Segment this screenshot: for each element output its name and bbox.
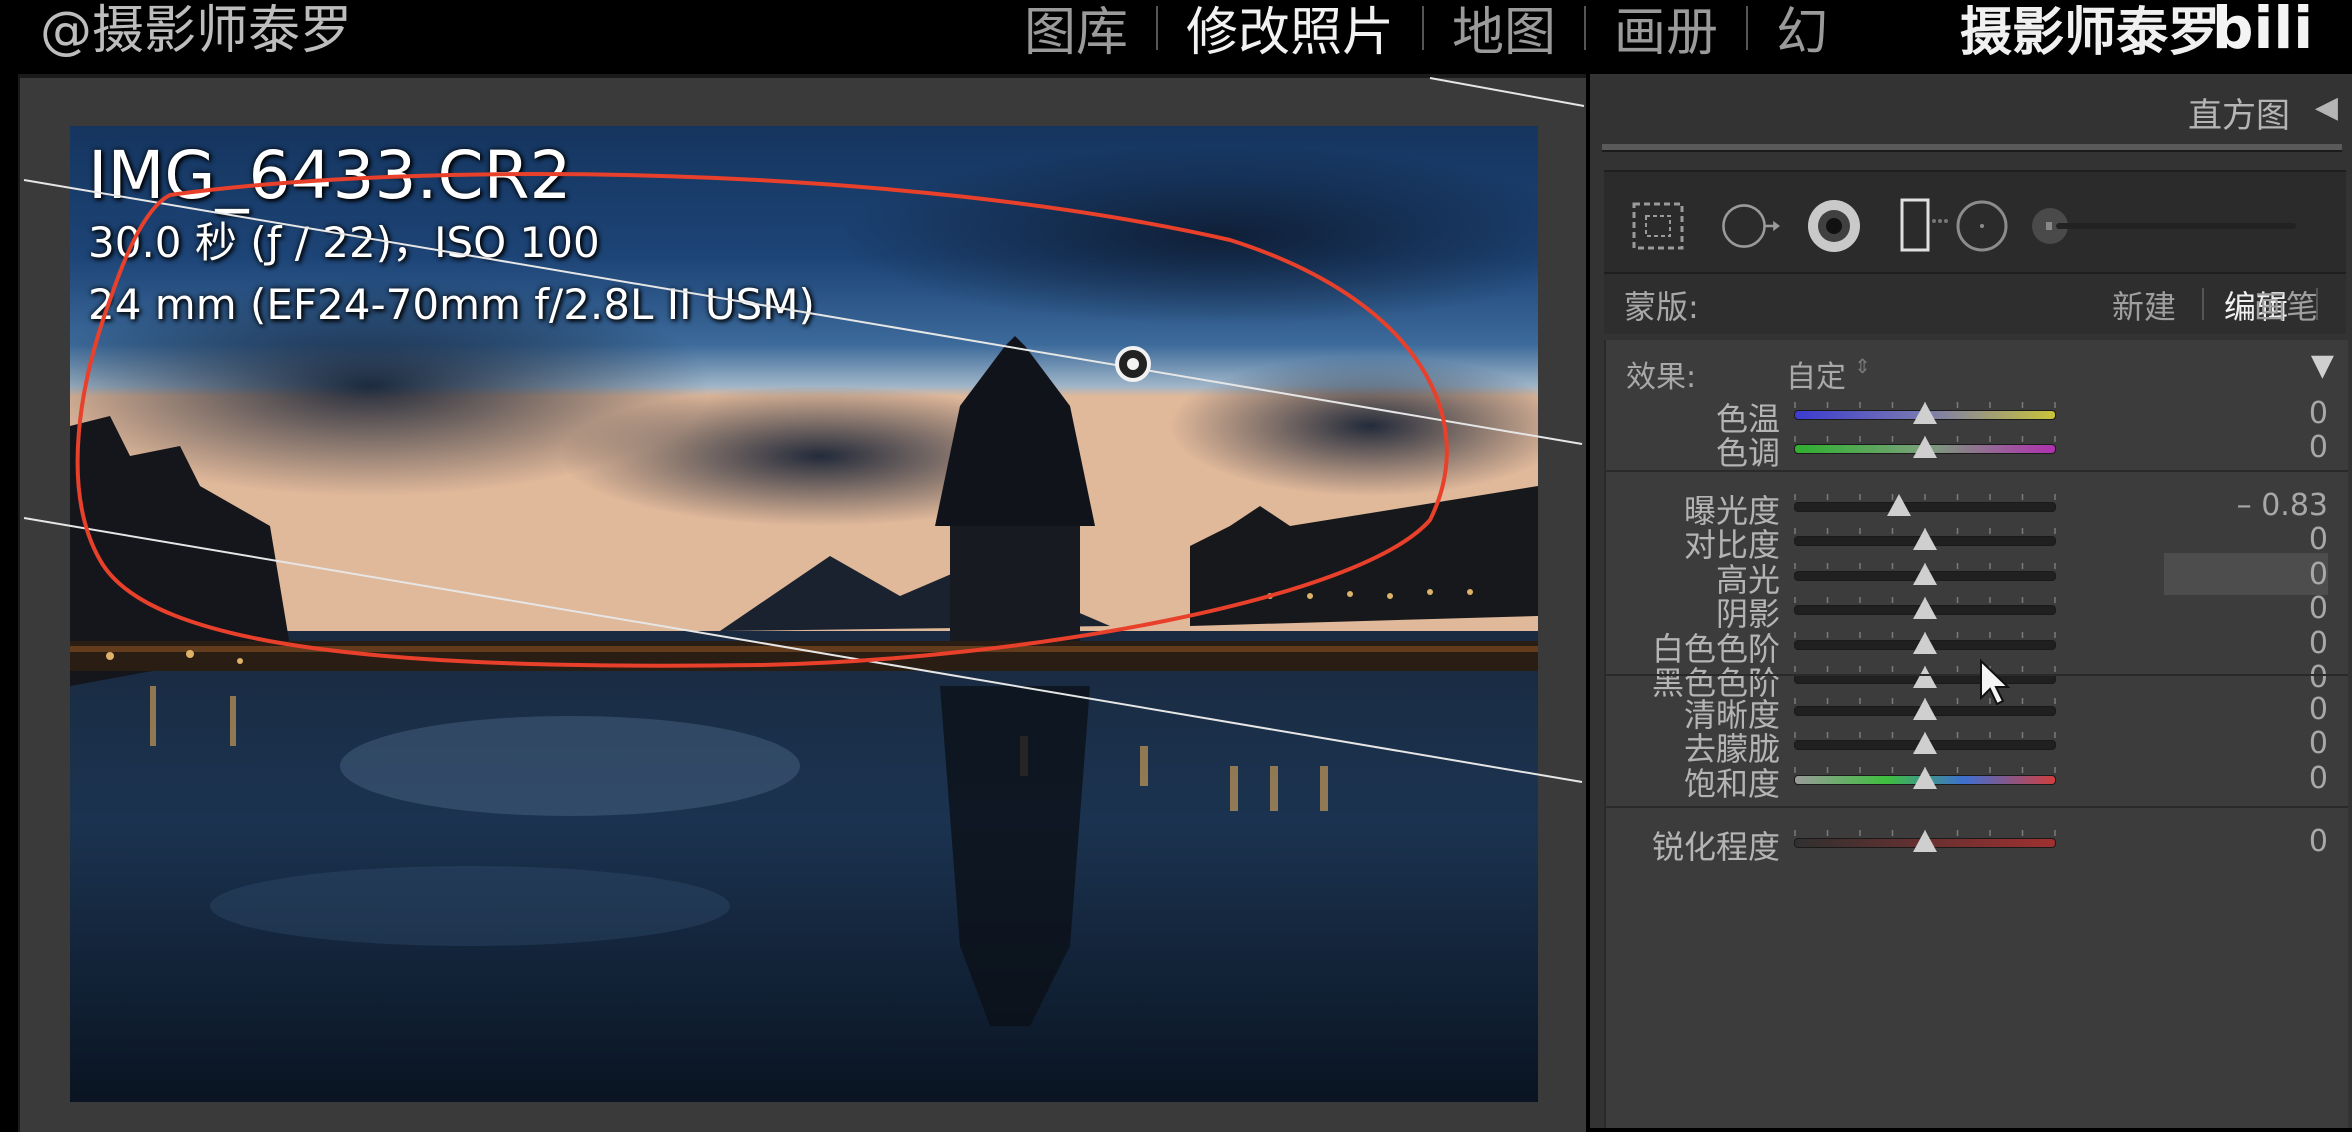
crop-overlay-icon[interactable] — [1628, 196, 1688, 256]
triangle-down-icon[interactable]: ▼ — [2311, 348, 2334, 383]
module-book[interactable]: 画册 — [1600, 0, 1732, 65]
tint-label: 色调 — [1715, 434, 1780, 473]
highlights-slider-thumb[interactable] — [1913, 562, 1937, 585]
module-picker: 图库 修改照片 地图 画册 幻 — [1010, 0, 1842, 65]
exposure-slider-ticks — [1794, 494, 2056, 500]
temperature-slider-thumb[interactable] — [1913, 402, 1937, 424]
mask-separator — [2202, 288, 2204, 320]
mask-label: 蒙版: — [1624, 288, 1699, 326]
saturation-value[interactable]: 0 — [2309, 761, 2328, 796]
develop-right-panel: 直方图 ◀ 蒙版: 新建 编辑 画笔 效果: 自定 ⇕ ▼ 色温 0 色调 0 … — [1590, 74, 2352, 1128]
shadows-slider-thumb[interactable] — [1913, 597, 1937, 620]
photo-exposure-info: 30.0 秒 (ƒ / 22)，ISO 100 — [88, 218, 600, 267]
dropdown-arrows-icon[interactable]: ⇕ — [1854, 354, 1871, 378]
module-separator — [1422, 5, 1425, 50]
top-bar: @摄影师泰罗 图库 修改照片 地图 画册 幻 摄影师泰罗 bili — [0, 0, 2352, 72]
histogram-divider — [1602, 144, 2342, 152]
graduated-filter-icon[interactable] — [1884, 196, 1944, 256]
slider-row-saturation: 饱和度 0 — [1606, 757, 2348, 803]
photo-lens-info: 24 mm (EF24-70mm f/2.8L II USM) — [88, 280, 815, 329]
clarity-slider-thumb[interactable] — [1913, 698, 1937, 720]
effect-preset-dropdown[interactable]: 自定 — [1786, 352, 1846, 396]
mask-row: 蒙版: 新建 编辑 — [1604, 274, 2346, 334]
module-slideshow[interactable]: 幻 — [1762, 0, 1842, 65]
exposure-slider-thumb[interactable] — [1887, 494, 1912, 516]
tint-value[interactable]: 0 — [2309, 430, 2328, 465]
mouse-cursor-icon — [1980, 658, 2011, 706]
spot-removal-icon[interactable] — [1720, 196, 1780, 256]
slider-row-sharpness: 锐化程度 0 — [1606, 820, 2348, 866]
module-separator — [1746, 5, 1749, 50]
radial-filter-icon[interactable] — [1952, 196, 2012, 256]
watermark-author: @摄影师泰罗 — [40, 1, 353, 61]
tool-strip — [1604, 170, 2346, 274]
group-divider — [1606, 674, 2348, 676]
whites-slider-thumb[interactable] — [1913, 631, 1937, 654]
tint-slider-thumb[interactable] — [1913, 436, 1937, 459]
graduated-filter-dots — [1932, 219, 1948, 223]
svg-text:bili: bili — [2212, 0, 2313, 54]
module-library[interactable]: 图库 — [1010, 0, 1142, 65]
red-eye-icon[interactable] — [1804, 196, 1864, 256]
blacks-slider-thumb[interactable] — [1913, 666, 1937, 688]
group-divider — [1606, 470, 2348, 472]
module-map[interactable]: 地图 — [1438, 0, 1570, 65]
saturation-label: 饱和度 — [1683, 764, 1780, 803]
effect-label: 效果: — [1626, 360, 1697, 395]
histogram-header[interactable]: 直方图 ◀ — [1590, 74, 2352, 154]
adjustment-brush-icon[interactable] — [2032, 196, 2332, 256]
sharpness-slider-thumb[interactable] — [1913, 830, 1937, 852]
watermark-overlay: 摄影师泰罗 — [1960, 3, 2221, 63]
saturation-slider-thumb[interactable] — [1913, 766, 1937, 789]
contrast-slider-thumb[interactable] — [1913, 528, 1937, 551]
histogram-label: 直方图 — [2188, 96, 2290, 136]
adjustment-sliders: 效果: 自定 ⇕ ▼ 色温 0 色调 0 曝光度 – 0.83 对比度 0 高光 0 阴影 0 白色色阶… — [1604, 340, 2348, 1128]
exposure-slider-track[interactable] — [1794, 502, 2056, 512]
photo-info-overlay: IMG_6433.CR2 30.0 秒 (ƒ / 22)，ISO 100 24 … — [88, 140, 815, 336]
sharpness-label: 锐化程度 — [1651, 828, 1780, 866]
slider-row-tint: 色调 0 — [1606, 426, 2348, 472]
group-divider — [1606, 806, 2348, 808]
module-develop[interactable]: 修改照片 — [1172, 0, 1408, 65]
bilibili-logo-icon: bili — [2212, 0, 2313, 54]
photo-filename: IMG_6433.CR2 — [88, 137, 572, 214]
module-separator — [1156, 5, 1159, 50]
module-separator — [1584, 5, 1587, 50]
mask-brush-button[interactable]: 画笔 — [2254, 282, 2318, 328]
effect-row: 效果: 自定 ⇕ ▼ — [1606, 340, 2348, 400]
triangle-left-icon[interactable]: ◀ — [2315, 90, 2338, 125]
dehaze-slider-thumb[interactable] — [1913, 732, 1937, 755]
sharpness-value[interactable]: 0 — [2309, 824, 2328, 859]
mask-new-button[interactable]: 新建 — [2112, 282, 2176, 328]
